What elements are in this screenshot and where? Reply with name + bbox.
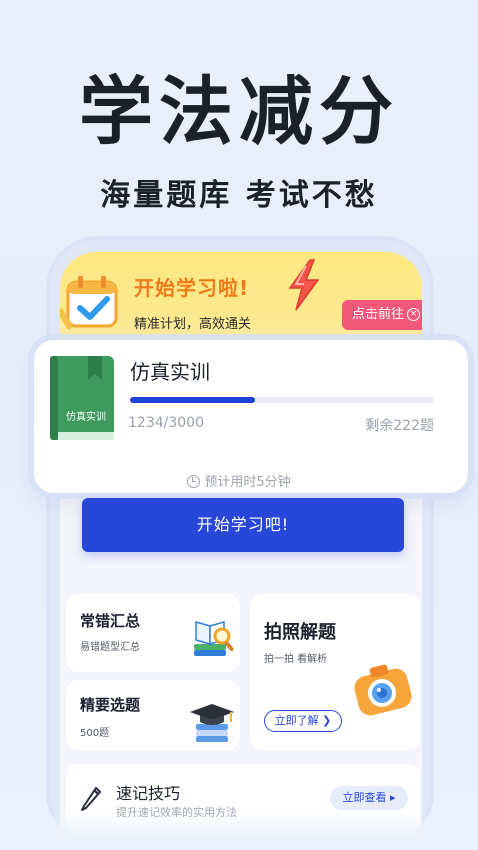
memory-tips-title: 速记技巧 — [116, 784, 181, 803]
mistakes-tile[interactable]: 常错汇总 易错题型汇总 — [66, 594, 240, 672]
photo-solve-tile[interactable]: 拍照解题 拍一拍 看解析 立即了解 ❯ — [250, 594, 420, 750]
start-study-button[interactable]: 开始学习吧! — [82, 498, 404, 552]
progress-count: 1234/3000 — [128, 415, 204, 431]
learn-now-button[interactable]: 立即了解 ❯ — [264, 710, 342, 732]
selected-questions-tile[interactable]: 精要选题 500题 — [66, 680, 240, 750]
clock-icon — [187, 475, 201, 488]
graduation-cap-icon — [190, 704, 234, 742]
mistakes-subtitle: 易错题型汇总 — [80, 642, 140, 653]
remaining-count: 剩余222题 — [365, 418, 434, 434]
pencil-icon — [81, 787, 101, 811]
hero-subtitle: 海量题库 考试不愁 — [100, 178, 378, 213]
selected-subtitle: 500题 — [80, 728, 110, 739]
camera-icon — [354, 664, 412, 716]
bottom-fade — [0, 812, 478, 850]
photo-title: 拍照解题 — [264, 622, 336, 643]
go-now-label: 点击前往 — [352, 307, 405, 322]
hero-title: 学法减分 — [79, 69, 399, 155]
book-label: 仿真实训 — [66, 410, 106, 423]
magnifier-book-icon — [194, 621, 234, 656]
estimate-text: 预计用时5分钟 — [204, 475, 291, 490]
estimate-time: 预计用时5分钟 — [0, 471, 478, 490]
banner-subtitle: 精准计划，高效通关 — [134, 317, 252, 332]
view-now-button[interactable]: 立即查看 ▸ — [330, 786, 408, 810]
selected-title: 精要选题 — [80, 696, 141, 714]
photo-subtitle: 拍一拍 看解析 — [264, 654, 328, 665]
course-title: 仿真实训 — [130, 360, 210, 384]
mistakes-title: 常错汇总 — [80, 612, 141, 630]
lightning-icon — [288, 259, 320, 311]
progress-fill — [130, 397, 255, 403]
book-icon: 仿真实训 — [50, 356, 114, 440]
banner-title: 开始学习啦! — [134, 276, 250, 300]
close-icon[interactable]: × — [407, 308, 421, 321]
go-now-button[interactable]: 点击前往 × — [342, 300, 422, 330]
progress-bar — [130, 397, 434, 403]
calendar-check-icon — [60, 276, 118, 330]
